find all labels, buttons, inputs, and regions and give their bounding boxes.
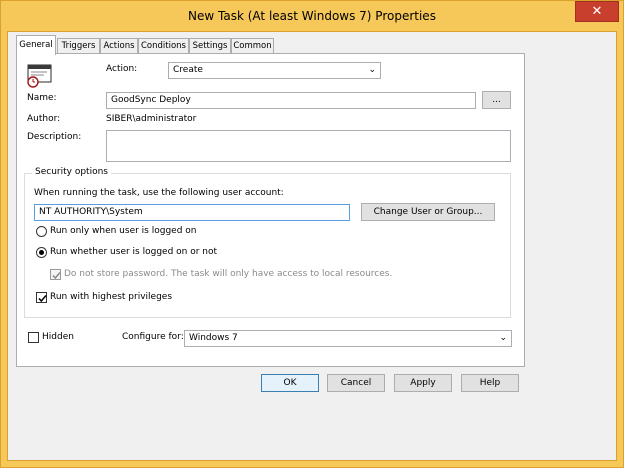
radio-selected-dot <box>39 250 44 255</box>
checkbox-do-not-store-password-label: Do not store password. The task will onl… <box>64 269 393 279</box>
configure-for-value: Windows 7 <box>189 333 238 343</box>
configure-for-label: Configure for: <box>122 332 184 342</box>
name-label: Name: <box>27 93 57 103</box>
close-button[interactable]: ✕ <box>575 1 619 22</box>
title-bar[interactable]: New Task (At least Windows 7) Properties <box>1 1 623 31</box>
configure-for-select[interactable]: Windows 7 ⌄ <box>184 330 512 347</box>
description-label: Description: <box>27 132 82 142</box>
tab-conditions[interactable]: Conditions <box>138 38 189 54</box>
action-select[interactable]: Create ⌄ <box>168 62 381 79</box>
help-button[interactable]: Help <box>461 374 519 392</box>
description-textarea[interactable] <box>106 130 511 162</box>
checkbox-hidden-label: Hidden <box>42 332 74 342</box>
apply-button[interactable]: Apply <box>394 374 452 392</box>
checkbox-run-with-highest-privileges-label: Run with highest privileges <box>50 292 173 302</box>
tab-triggers[interactable]: Triggers <box>57 38 100 54</box>
author-label: Author: <box>27 114 61 124</box>
name-input[interactable]: GoodSync Deploy <box>106 92 476 109</box>
security-options-title: Security options <box>32 167 111 177</box>
chevron-down-icon: ⌄ <box>499 333 507 343</box>
radio-run-only-when-logged-on[interactable] <box>36 226 47 237</box>
checkbox-do-not-store-password[interactable] <box>50 269 61 280</box>
scheduled-task-icon <box>27 63 53 89</box>
cancel-button[interactable]: Cancel <box>327 374 385 392</box>
author-value: SIBER\administrator <box>106 114 197 124</box>
tab-general[interactable]: General <box>16 35 56 55</box>
radio-run-whether-logged-on-label: Run whether user is logged on or not <box>50 247 218 257</box>
ok-button[interactable]: OK <box>261 374 319 392</box>
user-account-input[interactable]: NT AUTHORITY\System <box>34 204 350 221</box>
radio-run-only-when-logged-on-label: Run only when user is logged on <box>50 226 197 236</box>
chevron-down-icon: ⌄ <box>368 65 376 75</box>
tab-actions[interactable]: Actions <box>100 38 138 54</box>
checkbox-hidden[interactable] <box>28 332 39 343</box>
browse-button[interactable]: ... <box>482 91 511 109</box>
tab-common[interactable]: Common <box>231 38 274 54</box>
account-prompt: When running the task, use the following… <box>34 188 284 198</box>
tab-settings[interactable]: Settings <box>189 38 231 54</box>
action-label: Action: <box>106 64 138 74</box>
checkbox-run-with-highest-privileges[interactable] <box>36 292 47 303</box>
window-title: New Task (At least Windows 7) Properties <box>188 9 436 23</box>
change-user-or-group-button[interactable]: Change User or Group... <box>361 203 495 221</box>
radio-run-whether-logged-on[interactable] <box>36 247 47 258</box>
action-select-value: Create <box>173 65 203 75</box>
